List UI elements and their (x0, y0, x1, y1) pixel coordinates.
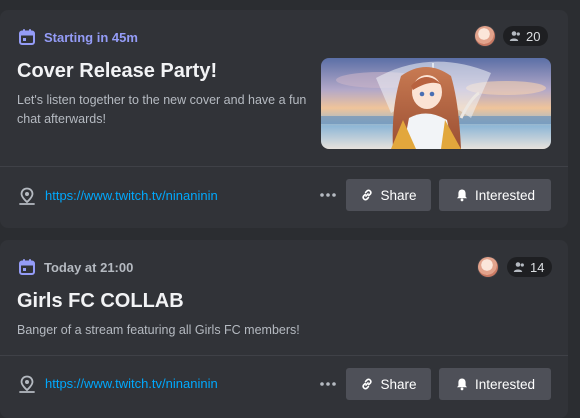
interested-label: Interested (474, 187, 536, 203)
event-time: Starting in 45m (18, 28, 138, 46)
link-icon (360, 188, 374, 202)
link-icon (360, 377, 374, 391)
event-time-label: Starting in 45m (44, 29, 138, 45)
share-button[interactable]: Share (346, 179, 431, 211)
interested-label: Interested (474, 376, 536, 392)
more-dots-icon[interactable] (319, 186, 337, 204)
interested-count: 20 (526, 28, 541, 44)
interested-count: 14 (530, 259, 545, 275)
interested-count-badge[interactable]: 14 (507, 257, 553, 277)
interested-count-badge[interactable]: 20 (503, 26, 549, 46)
share-label: Share (380, 187, 417, 203)
avatar[interactable] (478, 257, 498, 277)
calendar-icon (18, 28, 36, 46)
event-location-link[interactable]: https://www.twitch.tv/ninaninin (45, 376, 218, 391)
event-description: Banger of a stream featuring all Girls F… (17, 323, 300, 337)
event-title[interactable]: Cover Release Party! (17, 60, 217, 83)
share-label: Share (380, 376, 417, 392)
event-description: Let's listen together to the new cover a… (17, 93, 307, 126)
people-icon (513, 261, 525, 273)
event-cover-image (321, 58, 551, 149)
location-pin-icon (18, 375, 36, 393)
people-icon (509, 30, 521, 42)
card-divider (0, 355, 568, 356)
more-dots-icon[interactable] (319, 375, 337, 393)
interested-button[interactable]: Interested (439, 179, 551, 211)
location-pin-icon (18, 187, 36, 205)
calendar-icon (18, 258, 36, 276)
card-divider (0, 166, 568, 167)
bell-icon (455, 377, 469, 391)
event-card[interactable]: Starting in 45m 20 Cover Release Party! … (0, 10, 568, 228)
avatar[interactable] (475, 26, 495, 46)
event-title[interactable]: Girls FC COLLAB (17, 290, 184, 313)
event-card[interactable]: Today at 21:00 14 Girls FC COLLAB Banger… (0, 240, 568, 418)
event-time: Today at 21:00 (18, 258, 133, 276)
bell-icon (455, 188, 469, 202)
share-button[interactable]: Share (346, 368, 431, 400)
interested-button[interactable]: Interested (439, 368, 551, 400)
event-time-label: Today at 21:00 (44, 259, 134, 275)
event-location-link[interactable]: https://www.twitch.tv/ninaninin (45, 188, 218, 203)
